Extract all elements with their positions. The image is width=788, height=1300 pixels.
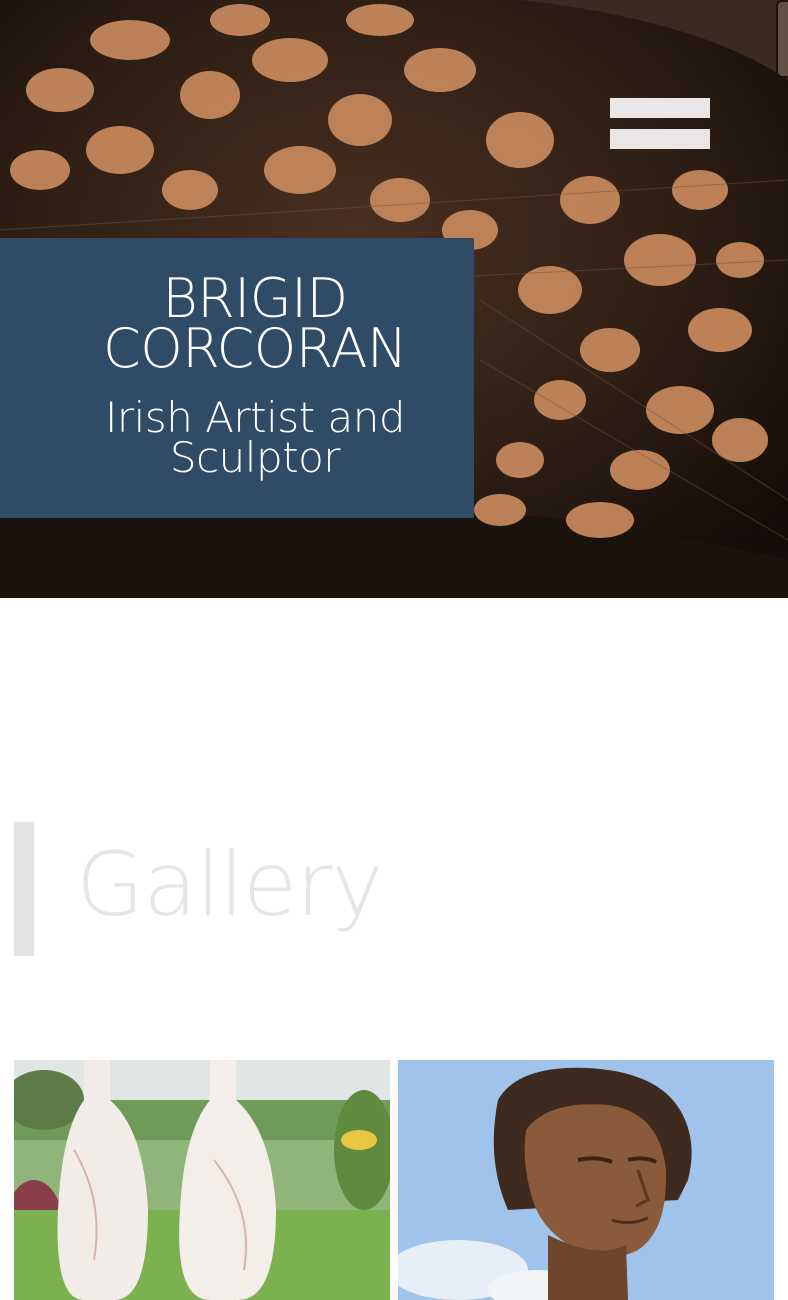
heading-accent-bar	[14, 822, 34, 956]
bronze-head-image	[398, 1060, 774, 1300]
gallery-grid	[14, 1060, 774, 1300]
hamburger-menu-icon	[610, 98, 710, 118]
hamburger-menu-icon	[610, 129, 710, 149]
menu-button[interactable]	[610, 98, 710, 150]
site-title-box: BRIGID CORCORAN Irish Artist and Sculpto…	[0, 238, 474, 518]
marble-bottles-image	[14, 1060, 390, 1300]
site-tagline: Irish Artist and Sculptor	[104, 393, 406, 482]
gallery-item-marble-bottles[interactable]	[14, 1060, 390, 1300]
scrollbar-thumb[interactable]	[776, 0, 788, 78]
gallery-item-bronze-head[interactable]	[398, 1060, 774, 1300]
site-name[interactable]: BRIGID CORCORAN	[36, 238, 474, 376]
gallery-section: Gallery	[0, 598, 788, 1300]
gallery-heading: Gallery	[76, 833, 383, 936]
